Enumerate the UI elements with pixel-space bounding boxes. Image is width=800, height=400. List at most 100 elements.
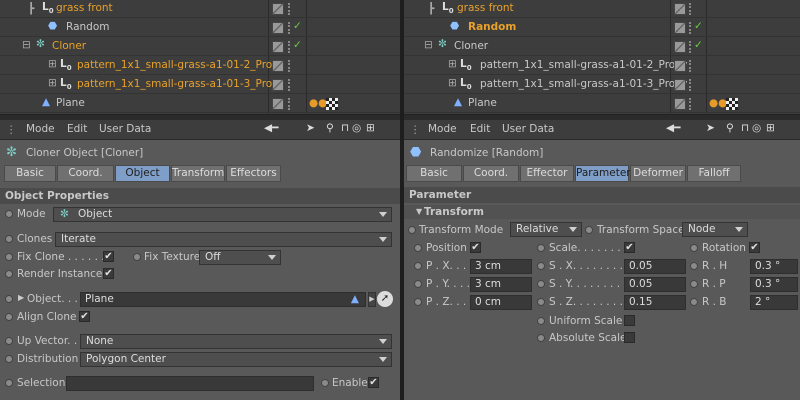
texture-tag-icon[interactable]: [726, 98, 738, 110]
keyframe-dot[interactable]: [5, 337, 13, 345]
tab-deformer[interactable]: Deformer: [630, 165, 686, 182]
fix-texture-dropdown[interactable]: Off: [199, 250, 281, 265]
object-row-grass-front[interactable]: ┣ L0 grass front: [0, 0, 400, 18]
align-clone-checkbox[interactable]: ✔: [79, 311, 90, 322]
lock-icon[interactable]: ⊓: [341, 122, 349, 134]
keyframe-dot[interactable]: [537, 298, 545, 306]
keyframe-dot[interactable]: [5, 355, 13, 363]
cursor-icon[interactable]: ➤: [306, 122, 315, 134]
target-icon[interactable]: ◎: [752, 122, 761, 134]
keyframe-dot[interactable]: [414, 262, 422, 270]
object-row-proxy-2[interactable]: ⊞ L0 pattern_1x1_small-grass-a1-01-2_Pro…: [0, 57, 400, 75]
expand-arrow-icon[interactable]: ▶: [18, 293, 24, 302]
menu-user-data[interactable]: User Data: [99, 123, 151, 135]
tab-transform[interactable]: Transform: [171, 165, 225, 182]
expand-icon[interactable]: ⊞: [48, 58, 57, 70]
menu-edit[interactable]: Edit: [67, 123, 87, 135]
collapse-arrow-icon[interactable]: ▼: [416, 205, 422, 219]
tab-effectors[interactable]: Effectors: [226, 165, 281, 182]
new-panel-icon[interactable]: ⊞: [366, 122, 375, 134]
sy-field[interactable]: 0.05: [624, 277, 686, 292]
rb-field[interactable]: 2 °: [750, 295, 798, 310]
menu-user-data[interactable]: User Data: [502, 123, 554, 135]
object-row-random[interactable]: ⬣ Random ✓: [404, 19, 800, 37]
rh-field[interactable]: 0.3 °: [750, 259, 798, 274]
tab-basic[interactable]: Basic: [4, 165, 56, 182]
keyframe-dot[interactable]: [408, 226, 416, 234]
visibility-dots-icon[interactable]: [689, 3, 695, 15]
object-row-cloner[interactable]: ⊟ ✼ Cloner ✓: [0, 38, 400, 56]
visibility-dots-icon[interactable]: [689, 79, 695, 91]
lock-icon[interactable]: ⊓: [741, 122, 749, 134]
keyframe-dot[interactable]: [5, 235, 13, 243]
keyframe-dot[interactable]: [414, 244, 422, 252]
back-arrow-icon[interactable]: ◀━: [666, 122, 680, 134]
pick-object-icon[interactable]: ➚: [377, 291, 393, 307]
link-menu-arrow-icon[interactable]: ▶: [368, 292, 376, 307]
tab-effector[interactable]: Effector: [520, 165, 574, 182]
visibility-dots-icon[interactable]: [288, 60, 294, 72]
search-icon[interactable]: ⚲: [726, 122, 734, 134]
tab-coord[interactable]: Coord.: [463, 165, 519, 182]
keyframe-dot[interactable]: [690, 280, 698, 288]
enable-checkbox[interactable]: ✔: [368, 377, 379, 388]
object-row-grass-front[interactable]: ┣ L0 grass front: [404, 0, 800, 18]
keyframe-dot[interactable]: [321, 379, 329, 387]
pz-field[interactable]: 0 cm: [470, 295, 532, 310]
target-icon[interactable]: ◎: [352, 122, 361, 134]
tab-falloff[interactable]: Falloff: [687, 165, 741, 182]
keyframe-dot[interactable]: [5, 379, 13, 387]
keyframe-dot[interactable]: [414, 298, 422, 306]
keyframe-dot[interactable]: [5, 295, 13, 303]
distribution-dropdown[interactable]: Polygon Center: [80, 352, 392, 367]
sz-field[interactable]: 0.15: [624, 295, 686, 310]
object-row-proxy-2[interactable]: ⊞ L0 pattern_1x1_small-grass-a1-01-2_Pro…: [404, 57, 800, 75]
keyframe-dot[interactable]: [537, 334, 545, 342]
enabled-check-icon[interactable]: ✓: [293, 39, 302, 51]
transform-space-dropdown[interactable]: Node: [682, 222, 748, 237]
render-instances-checkbox[interactable]: ✔: [103, 268, 114, 279]
tab-object[interactable]: Object: [115, 165, 170, 182]
selection-field[interactable]: [66, 376, 314, 391]
tab-parameter[interactable]: Parameter: [575, 165, 631, 182]
keyframe-dot[interactable]: [5, 253, 13, 261]
enabled-check-icon[interactable]: ✓: [694, 39, 703, 51]
keyframe-dot[interactable]: [414, 280, 422, 288]
keyframe-dot[interactable]: [690, 244, 698, 252]
keyframe-dot[interactable]: [537, 262, 545, 270]
keyframe-dot[interactable]: [537, 244, 545, 252]
visibility-dots-icon[interactable]: [288, 3, 294, 15]
new-panel-icon[interactable]: ⊞: [766, 122, 775, 134]
keyframe-dot[interactable]: [537, 317, 545, 325]
enabled-check-icon[interactable]: ✓: [694, 20, 703, 32]
material-tag-icon[interactable]: ●●: [709, 97, 727, 109]
keyframe-dot[interactable]: [5, 270, 13, 278]
tab-coord[interactable]: Coord.: [57, 165, 114, 182]
tab-basic[interactable]: Basic: [406, 165, 462, 182]
object-row-proxy-3[interactable]: ⊞ L0 pattern_1x1_small-grass-a1-01-3_Pro…: [0, 76, 400, 94]
fix-clone-checkbox[interactable]: ✔: [103, 251, 114, 262]
absolute-scale-checkbox[interactable]: [624, 332, 635, 343]
keyframe-dot[interactable]: [690, 262, 698, 270]
uniform-scale-checkbox[interactable]: [624, 315, 635, 326]
keyframe-dot[interactable]: [537, 280, 545, 288]
px-field[interactable]: 3 cm: [470, 259, 532, 274]
object-link-field[interactable]: Plane ▲: [80, 292, 366, 307]
expand-icon[interactable]: ⊞: [48, 77, 57, 89]
back-arrow-icon[interactable]: ◀━: [264, 122, 278, 134]
expand-icon[interactable]: ⊞: [448, 58, 457, 70]
position-checkbox[interactable]: ✔: [470, 242, 481, 253]
scale-checkbox[interactable]: ✔: [624, 242, 635, 253]
sx-field[interactable]: 0.05: [624, 259, 686, 274]
keyframe-dot[interactable]: [133, 253, 141, 261]
visibility-dots-icon[interactable]: [689, 98, 695, 110]
collapse-icon[interactable]: ⊟: [424, 39, 433, 51]
keyframe-dot[interactable]: [5, 210, 13, 218]
keyframe-dot[interactable]: [5, 313, 13, 321]
menu-mode[interactable]: Mode: [428, 123, 457, 135]
object-row-random[interactable]: ⬣ Random ✓: [0, 19, 400, 37]
mode-dropdown[interactable]: ✼ Object: [53, 207, 392, 222]
collapse-icon[interactable]: ⊟: [22, 39, 31, 51]
py-field[interactable]: 3 cm: [470, 277, 532, 292]
expand-icon[interactable]: ⊞: [448, 77, 457, 89]
